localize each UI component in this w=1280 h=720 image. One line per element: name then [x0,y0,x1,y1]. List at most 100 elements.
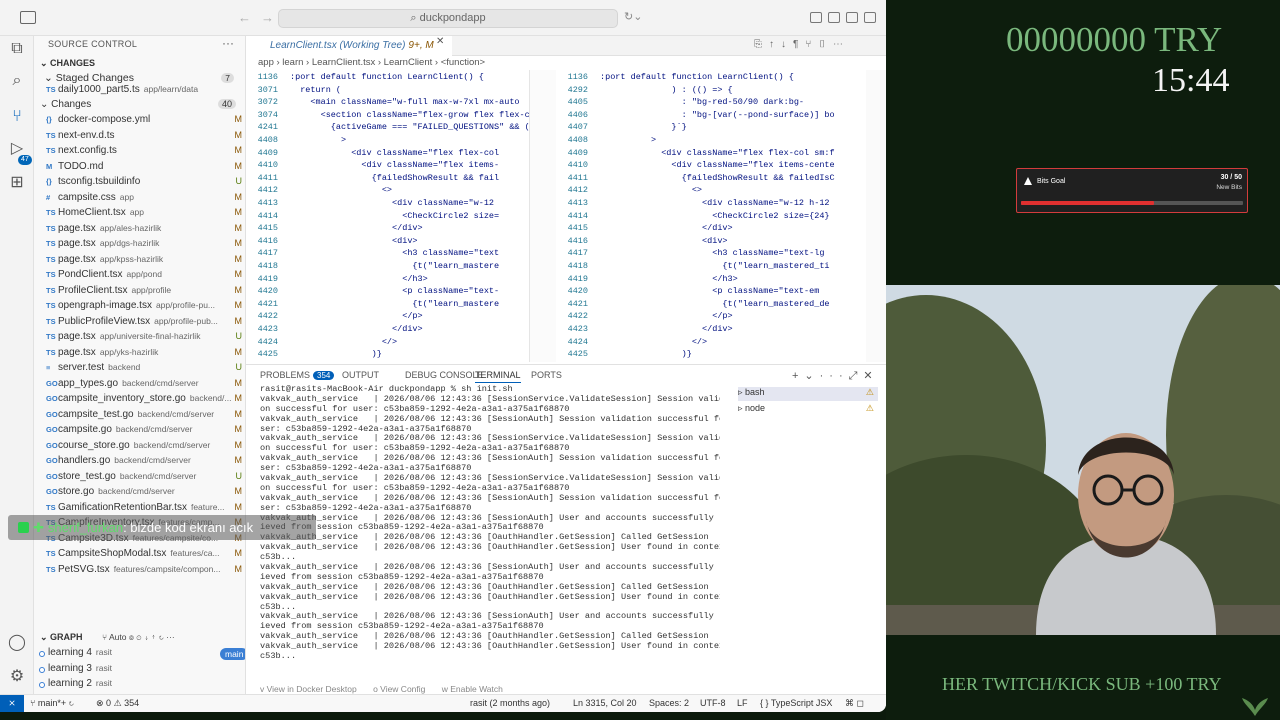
diff-original-pane[interactable]: 1136:port default function LearnClient()… [246,70,530,362]
code-line: 4418 {t("learn_mastered_ti [556,260,830,273]
tab-terminal[interactable]: TERMINAL [475,370,521,383]
staged-changes-group[interactable]: ⌄ Staged Changes 7 [44,72,240,84]
file-type-icon: TS [46,502,56,512]
code-line: 4410 <div className="flex items- [246,159,500,172]
end-of-line[interactable]: LF [737,698,748,708]
changed-file-item[interactable]: GOapp_types.go backend/cmd/server M [46,378,244,393]
changed-file-item[interactable]: GOstore.go backend/cmd/server M [46,486,244,501]
changed-file-item[interactable]: TS page.tsx app/ales-hazirlik M [46,223,244,238]
changed-file-item[interactable]: GOcampsite.go backend/cmd/server M [46,424,244,439]
tab-learnclient[interactable]: LearnClient.tsx (Working Tree) 9+, M [246,36,452,56]
file-dir: backend/cmd/server [98,486,175,496]
diff-modified-pane[interactable]: 1136:port default function LearnClient()… [556,70,866,362]
file-name: campsite_test.go [58,408,134,420]
commit-item[interactable]: learning 2 rasit [39,678,238,693]
layout-panel-left-icon[interactable] [810,12,822,23]
code-text: <div className="flex flex-col [290,147,500,158]
changed-file-item[interactable]: TS CampsiteShopModal.tsx features/ca... M [46,548,244,563]
code-line: 4415 </div> [246,222,423,235]
line-number: 4411 [257,172,278,183]
minimap[interactable] [866,70,886,362]
commit-item[interactable]: learning 3 rasit [39,663,238,678]
changed-file-item[interactable]: TS PondClient.tsx app/pond M [46,269,244,284]
terminal-output[interactable]: rasit@rasits-MacBook-Air duckpondapp % s… [260,385,720,675]
file-dir: app/profile-pub... [154,315,218,326]
copilot-status-icon[interactable]: ⌘ ◻ [845,698,864,709]
layout-sidebar-icon[interactable] [828,12,840,23]
panel-actions[interactable]: +⌄···⤢✕ [792,369,879,383]
account-icon[interactable]: ◯ [8,634,26,652]
file-dir: app/ales-hazirlik [99,222,162,233]
line-number: 4417 [257,248,278,259]
changed-file-item[interactable]: GOhandlers.go backend/cmd/server M [46,455,244,470]
changed-file-item[interactable]: M TODO.md M [46,161,244,176]
changed-file-item[interactable]: TS PublicProfileView.tsx app/profile-pub..… [46,316,244,331]
terminal-instance[interactable]: ▹ bash ⚠ [738,387,878,401]
changed-file-item[interactable]: TS page.tsx app/dgs-hazirlik M [46,238,244,253]
language-mode[interactable]: { } TypeScript JSX [760,698,832,708]
changed-file-item[interactable]: TS next.config.ts M [46,145,244,160]
sidebar-toggle-icon[interactable] [20,11,36,24]
file-status: M [234,346,243,357]
changed-file-item[interactable]: TS PetSVG.tsx features/campsite/compon... M [46,564,244,579]
file-name: HomeClient.tsx [58,207,126,218]
code-text: <main className="w-full max-w-7xl mx-aut… [290,97,520,108]
changed-file-item[interactable]: # campsite.css app M [46,192,244,207]
indentation[interactable]: Spaces: 2 [649,698,689,708]
graph-section-header[interactable]: ⌄ GRAPH ⑂ Auto ◎ ⊙ ⇣ ⇡ ↻ ··· [40,632,240,643]
extensions-icon[interactable]: ⊞ [8,174,26,192]
source-control-icon[interactable]: ⑂ [8,108,26,126]
branch-indicator[interactable]: ⑂ main*+ ↻ [30,698,74,708]
watch-link[interactable]: w Enable Watch [442,684,503,694]
changed-file-item[interactable]: TS opengraph-image.tsx app/profile-pu... M [46,300,244,315]
file-type-icon: TS [46,239,56,248]
changed-file-item[interactable]: TS next-env.d.ts M [46,130,244,145]
command-center[interactable]: ⌕ duckpondapp [278,9,618,28]
problems-indicator[interactable]: ⊗ 0 ⚠ 354 [96,698,139,709]
encoding[interactable]: UTF-8 [700,698,726,708]
changed-file-item[interactable]: GOcampsite_inventory_store.go backend/...… [46,393,244,408]
layout-secondary-icon[interactable] [864,12,876,23]
tab-debug-console[interactable]: DEBUG CONSOLE [405,370,484,380]
changed-file-item[interactable]: {} docker-compose.yml M [46,114,244,129]
cursor-position[interactable]: Ln 3315, Col 20 [573,698,637,708]
tab-output[interactable]: OUTPUT [342,370,379,380]
changed-file-item[interactable]: GOcourse_store.go backend/cmd/server M [46,440,244,455]
changed-file-item[interactable]: ≡ server.test backend U [46,362,244,377]
commit-item[interactable]: learning 4 rasit [39,647,238,662]
changed-file-item[interactable]: TS page.tsx app/yks-hazirlik M [46,347,244,362]
changed-file-item[interactable]: TS page.tsx app/universite-final-hazirlik U [46,331,244,346]
remote-icon[interactable]: ⨯ [0,695,24,712]
docker-link[interactable]: v View in Docker Desktop [260,684,357,694]
explorer-icon[interactable]: ⧉ [8,40,26,58]
run-debug-icon[interactable]: ▷ [8,140,26,158]
code-line: 4419 </h3> [556,273,738,286]
breadcrumb[interactable]: app › learn › LearnClient.tsx › LearnCli… [246,56,886,70]
changes-group[interactable]: ⌄ Changes 40 [40,99,238,114]
search-icon[interactable]: ⌕ [8,72,26,90]
code-line: 1136:port default function LearnClient()… [556,71,794,84]
close-icon[interactable]: ✕ [436,36,444,47]
tab-problems[interactable]: PROBLEMS 354 [260,370,335,380]
gear-icon[interactable]: ⚙ [8,668,26,686]
changed-file-item[interactable]: TS ProfileClient.tsx app/profile M [46,285,244,300]
code-text: }`} [600,122,687,133]
layout-panel-icon[interactable] [846,12,858,23]
changes-section-header[interactable]: ⌄ CHANGES [40,58,95,69]
staged-file[interactable]: TS daily1000_part5.ts app/learn/data [46,84,244,99]
file-status: M [234,253,243,264]
changed-file-item[interactable]: {} tsconfig.tsbuildinfo U [46,176,244,191]
tab-ports[interactable]: PORTS [531,370,562,380]
git-blame[interactable]: rasit (2 months ago) [470,698,550,708]
config-link[interactable]: o View Config [373,684,425,694]
changed-file-item[interactable]: GOcampsite_test.go backend/cmd/server M [46,409,244,424]
changed-file-item[interactable]: GOstore_test.go backend/cmd/server U [46,471,244,486]
terminal-instance[interactable]: ▹ node ⚠ [738,403,878,417]
changed-file-item[interactable]: TS HomeClient.tsx app M [46,207,244,222]
editor-actions[interactable]: ⎘↑↓¶⑂▯⋯ [754,39,850,50]
copilot-icon[interactable]: ↻⌄ [624,10,642,23]
more-actions-icon[interactable]: ··· [222,36,234,50]
code-line: 3074 <section className="flex-grow flex … [246,109,529,122]
bits-progress-track [1021,201,1243,205]
changed-file-item[interactable]: TS page.tsx app/kpss-hazirlik M [46,254,244,269]
